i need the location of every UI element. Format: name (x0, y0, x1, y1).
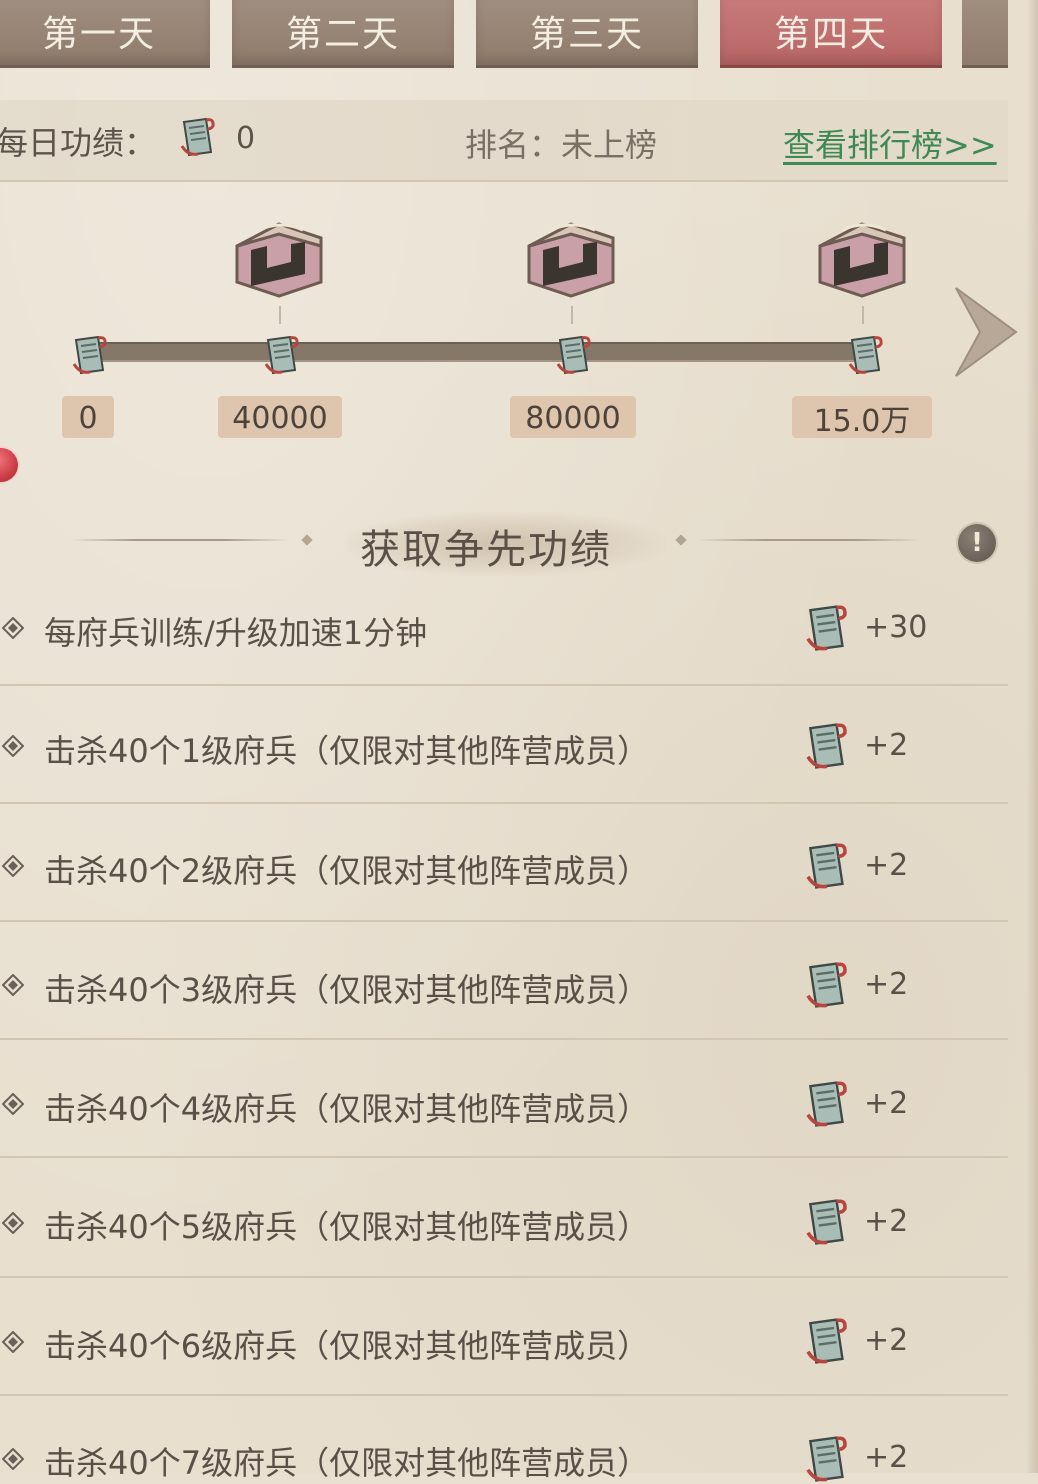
merit-scroll-icon (806, 843, 847, 889)
daily-merit-label: 每日功绩： (0, 124, 157, 162)
panel-edge (1026, 0, 1038, 1473)
task-label: 击杀40个2级府兵（仅限对其他阵营成员） (44, 852, 650, 890)
chevron-right-icon[interactable] (950, 284, 1020, 380)
view-leaderboard-link[interactable]: 查看排行榜>> (783, 120, 997, 166)
task-reward: +2 (864, 848, 909, 883)
task-row: 击杀40个7级府兵（仅限对其他阵营成员） +2 (0, 1396, 1008, 1482)
tab-day-1[interactable]: 第一天 (0, 0, 210, 68)
merit-scroll-icon (848, 335, 883, 375)
task-label: 击杀40个3级府兵（仅限对其他阵营成员） (44, 971, 650, 1009)
milestone-value: 0 (62, 396, 114, 438)
milestone-connector (279, 306, 281, 324)
tab-label: 第三天 (529, 13, 644, 55)
tab-day-4[interactable]: 第四天 (720, 0, 942, 68)
tab-day-2[interactable]: 第二天 (232, 0, 454, 68)
merit-scroll-icon (806, 1081, 847, 1127)
info-icon[interactable]: ! (958, 524, 996, 562)
diamond-bullet-icon (2, 1093, 24, 1115)
rank-status: 排名：未上榜 (465, 126, 658, 164)
task-row: 击杀40个3级府兵（仅限对其他阵营成员） +2 (0, 922, 1008, 1040)
merit-scroll-icon (556, 335, 591, 375)
task-row: 击杀40个1级府兵（仅限对其他阵营成员） +2 (0, 686, 1008, 804)
task-reward: +2 (864, 1204, 909, 1239)
tab-label: 第一天 (41, 13, 156, 55)
diamond-bullet-icon (2, 855, 24, 877)
title-divider-right (698, 539, 920, 541)
task-label: 击杀40个6级府兵（仅限对其他阵营成员） (44, 1327, 650, 1365)
milestone-value: 40000 (218, 396, 342, 438)
task-row: 击杀40个4级府兵（仅限对其他阵营成员） +2 (0, 1040, 1008, 1158)
title-divider-left (70, 539, 290, 541)
merit-progress-track (92, 342, 868, 362)
merit-scroll-icon (180, 117, 215, 157)
diamond-bullet-icon (2, 974, 24, 996)
diamond-bullet-icon (2, 1448, 24, 1470)
tab-label: 第二天 (285, 13, 400, 55)
milestone-connector (862, 306, 864, 324)
merit-scroll-icon (264, 335, 299, 375)
merit-scroll-icon (806, 1199, 847, 1245)
milestone-value: 15.0万 (792, 396, 932, 439)
task-reward: +2 (864, 1323, 909, 1358)
merit-scroll-icon (806, 1436, 847, 1482)
merit-scroll-icon (72, 335, 107, 375)
section-title: 获取争先功绩 (360, 527, 612, 573)
merit-scroll-icon (806, 723, 847, 769)
diamond-bullet-icon (2, 1331, 24, 1353)
task-reward: +2 (864, 728, 909, 763)
treasure-chest-icon[interactable] (812, 216, 912, 300)
task-row: 击杀40个2级府兵（仅限对其他阵营成员） +2 (0, 804, 1008, 922)
tab-day-5-partial[interactable] (962, 0, 1008, 68)
diamond-bullet-icon (2, 1212, 24, 1234)
daily-merit-value: 0 (236, 121, 256, 156)
task-reward: +2 (864, 1440, 909, 1475)
merit-scroll-icon (806, 962, 847, 1008)
task-label: 击杀40个4级府兵（仅限对其他阵营成员） (44, 1090, 650, 1128)
task-reward: +2 (864, 1086, 909, 1121)
tab-day-3[interactable]: 第三天 (476, 0, 698, 68)
task-row: 击杀40个5级府兵（仅限对其他阵营成员） +2 (0, 1160, 1008, 1278)
merit-scroll-icon (806, 605, 847, 651)
row-divider (0, 1156, 1008, 1158)
task-label: 击杀40个5级府兵（仅限对其他阵营成员） (44, 1208, 650, 1246)
milestone-value: 80000 (510, 396, 636, 438)
task-label: 击杀40个7级府兵（仅限对其他阵营成员） (44, 1444, 650, 1482)
milestone-connector (571, 306, 573, 324)
diamond-bullet-icon (2, 617, 24, 639)
task-label: 击杀40个1级府兵（仅限对其他阵营成员） (44, 732, 650, 770)
treasure-chest-icon[interactable] (229, 216, 329, 300)
tab-label: 第四天 (773, 13, 888, 55)
merit-scroll-icon (806, 1318, 847, 1364)
diamond-bullet-icon (2, 735, 24, 757)
treasure-chest-icon[interactable] (521, 216, 621, 300)
task-label: 每府兵训练/升级加速1分钟 (44, 614, 428, 652)
task-reward: +2 (864, 967, 909, 1002)
task-row: 击杀40个6级府兵（仅限对其他阵营成员） +2 (0, 1278, 1008, 1396)
task-row: 每府兵训练/升级加速1分钟 +30 (0, 568, 1008, 686)
task-reward: +30 (864, 610, 928, 645)
